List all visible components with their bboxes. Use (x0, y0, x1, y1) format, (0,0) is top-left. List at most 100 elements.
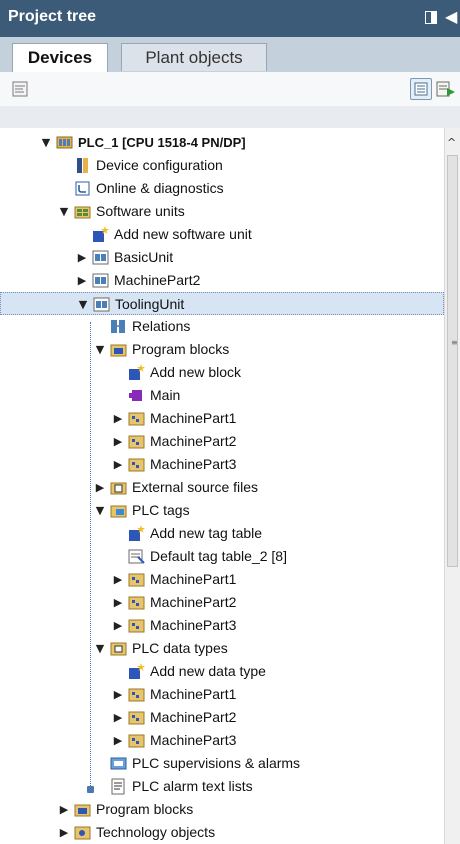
namespace-folder-icon (128, 596, 145, 610)
tree-item[interactable]: Online & diagnostics (0, 177, 444, 200)
namespace-folder-icon (128, 734, 145, 748)
tree-guide-handle (87, 786, 94, 793)
overview-icon[interactable] (410, 78, 432, 100)
expand-arrow-icon[interactable]: ▼ (94, 637, 106, 660)
tab-devices[interactable]: Devices (12, 43, 108, 73)
tree-item-label: MachinePart2 (150, 594, 237, 610)
tree-item[interactable]: ▶ MachinePart3 (0, 453, 444, 476)
tree-item-label: Add new data type (150, 663, 266, 679)
collapse-arrow-icon[interactable]: ▶ (112, 614, 124, 637)
expand-arrow-icon[interactable]: ▼ (94, 499, 106, 522)
expand-arrow-icon[interactable]: ▼ (58, 200, 70, 223)
plc-tags-folder-icon (110, 505, 127, 518)
organization-block-icon (129, 390, 142, 401)
add-device-icon[interactable] (436, 80, 456, 98)
tree-item[interactable]: ▼ PLC data types (0, 637, 444, 660)
tree-item[interactable]: ▶ MachinePart2 (0, 430, 444, 453)
namespace-folder-icon (128, 688, 145, 702)
tree-item[interactable]: PLC alarm text lists (0, 775, 444, 798)
collapse-arrow-icon[interactable]: ▶ (112, 706, 124, 729)
collapse-arrow-icon[interactable]: ▶ (112, 568, 124, 591)
technology-objects-icon (74, 826, 91, 840)
expand-arrow-icon[interactable]: ▼ (94, 338, 106, 361)
tree-item[interactable]: ▶ Technology objects (0, 821, 444, 844)
tree-item[interactable]: ▼ PLC_1 [CPU 1518-4 PN/DP] (0, 131, 444, 154)
tree-item[interactable]: ▼ ToolingUnit (0, 292, 444, 315)
tree-item[interactable]: ▶ BasicUnit (0, 246, 444, 269)
plc-data-types-folder-icon (110, 642, 127, 656)
collapse-arrow-icon[interactable]: ▶ (112, 407, 124, 430)
tree-item[interactable]: ▶ MachinePart1 (0, 683, 444, 706)
tree-item[interactable]: ▶ MachinePart1 (0, 407, 444, 430)
tag-table-icon (128, 549, 145, 564)
tree-item-label: Technology objects (96, 824, 216, 840)
expand-arrow-icon[interactable]: ▼ (77, 293, 89, 316)
tree-item-label: PLC tags (132, 502, 190, 518)
supervisions-alarms-icon (110, 757, 127, 770)
tree-item[interactable]: ▼ PLC tags (0, 499, 444, 522)
tree-item[interactable]: Default tag table_2 [8] (0, 545, 444, 568)
namespace-folder-icon (128, 435, 145, 449)
tree-item[interactable]: PLC supervisions & alarms (0, 752, 444, 775)
tab-plant-objects[interactable]: Plant objects (121, 43, 267, 71)
tree-item[interactable]: ▼ Program blocks (0, 338, 444, 361)
collapse-arrow-icon[interactable]: ▶ (112, 453, 124, 476)
namespace-folder-icon (128, 711, 145, 725)
project-tree[interactable]: ▼ PLC_1 [CPU 1518-4 PN/DP] Device configur… (0, 128, 444, 844)
collapse-arrow-icon[interactable]: ▶ (58, 821, 70, 844)
device-configuration-icon (77, 158, 88, 173)
tree-item[interactable]: Relations (0, 315, 444, 338)
expand-arrow-icon[interactable]: ▼ (40, 131, 52, 154)
add-new-icon (129, 364, 145, 380)
tree-item[interactable]: Add new tag table (0, 522, 444, 545)
panel-title: Project tree (8, 8, 97, 25)
tree-item[interactable]: ▶ MachinePart2 (0, 591, 444, 614)
tree-item-label: PLC alarm text lists (132, 778, 253, 794)
collapse-arrow-icon[interactable]: ▶ (112, 729, 124, 752)
collapse-arrow-icon[interactable]: ▶ (94, 476, 106, 499)
collapse-arrow-icon[interactable]: ▶ (76, 269, 88, 292)
tree-item[interactable]: Add new data type (0, 660, 444, 683)
tree-item-label: ToolingUnit (115, 296, 185, 312)
tree-item[interactable]: Add new block (0, 361, 444, 384)
tree-item-label: MachinePart2 (150, 709, 237, 725)
collapse-arrow-icon[interactable]: ▶ (76, 246, 88, 269)
tree-item-label: MachinePart1 (150, 571, 237, 587)
pin-panel-icon[interactable] (425, 11, 437, 24)
collapse-arrow-icon[interactable]: ▶ (112, 683, 124, 706)
tree-toolbar (0, 72, 460, 106)
collapse-left-icon[interactable]: ◀ (445, 9, 457, 25)
scroll-up-icon[interactable]: ^ (447, 136, 456, 149)
collapse-arrow-icon[interactable]: ▶ (58, 798, 70, 821)
program-blocks-folder-icon (110, 344, 127, 357)
tree-item-label: MachinePart1 (150, 410, 237, 426)
tree-item-label: Add new block (150, 364, 242, 380)
plc-icon (56, 136, 73, 149)
project-view-icon[interactable] (12, 81, 28, 97)
tree-item[interactable]: Add new software unit (0, 223, 444, 246)
tree-item[interactable]: ▶ MachinePart3 (0, 729, 444, 752)
tree-item-label: External source files (132, 479, 259, 495)
tree-item[interactable]: ▶ Program blocks (0, 798, 444, 821)
software-unit-icon (93, 297, 110, 312)
tree-item[interactable]: Device configuration (0, 154, 444, 177)
tree-item[interactable]: ▶ MachinePart3 (0, 614, 444, 637)
tree-item[interactable]: ▼ Software units (0, 200, 444, 223)
tree-item[interactable]: Main (0, 384, 444, 407)
program-blocks-folder-icon (74, 804, 91, 817)
vertical-scrollbar[interactable]: ^ ≡ (444, 128, 460, 844)
tree-item[interactable]: ▶ MachinePart2 (0, 269, 444, 292)
namespace-folder-icon (128, 458, 145, 472)
tree-item[interactable]: ▶ MachinePart1 (0, 568, 444, 591)
tree-item-label: Software units (96, 203, 185, 219)
online-diagnostics-icon (75, 181, 90, 196)
tab-bar: Devices Plant objects (0, 37, 460, 73)
scroll-thumb[interactable]: ≡ (447, 155, 458, 567)
tree-item-label: MachinePart3 (150, 617, 237, 633)
collapse-arrow-icon[interactable]: ▶ (112, 591, 124, 614)
software-units-folder-icon (74, 206, 91, 219)
collapse-arrow-icon[interactable]: ▶ (112, 430, 124, 453)
tree-item[interactable]: ▶ MachinePart2 (0, 706, 444, 729)
tree-item[interactable]: ▶ External source files (0, 476, 444, 499)
tree-item-label: PLC data types (132, 640, 228, 656)
